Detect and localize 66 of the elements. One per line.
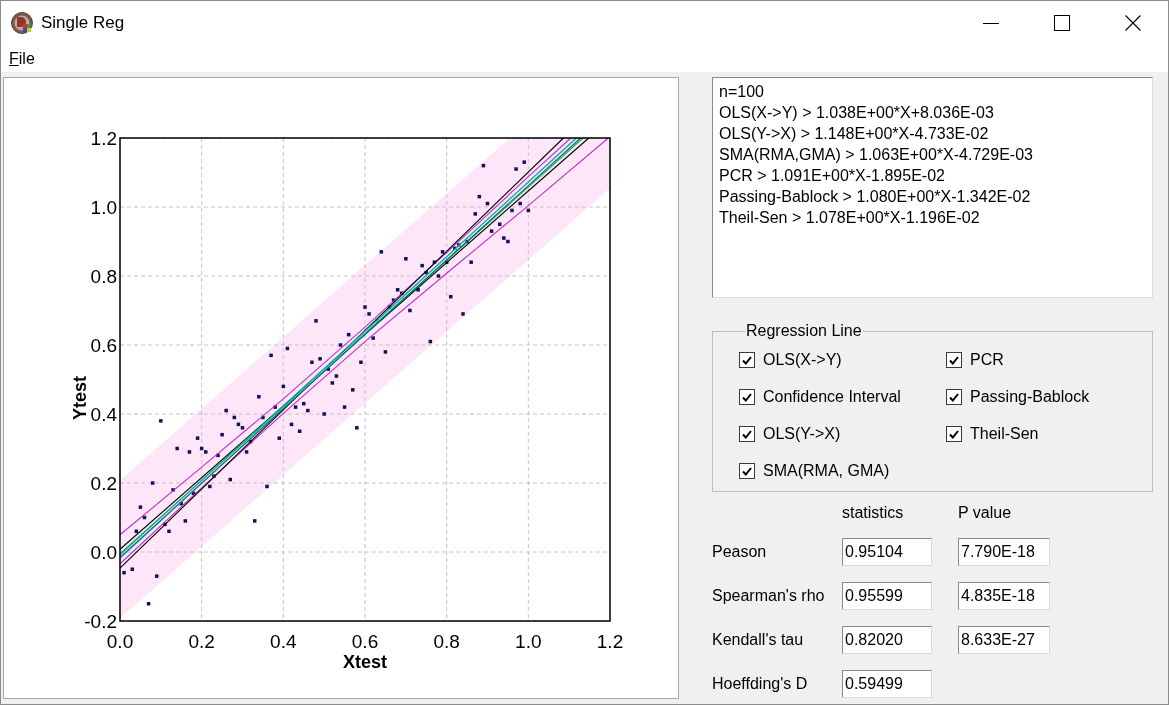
result-line: PCR > 1.091E+00*X-1.895E-02 [719,166,946,186]
result-line: Passing-Bablock > 1.080E+00*X-1.342E-02 [719,187,1032,207]
statistic-field[interactable]: 0.95104 [842,538,932,566]
check-icon [742,355,752,365]
app-icon [11,12,33,34]
result-line: n=100 [719,82,765,102]
result-line: SMA(RMA,GMA) > 1.063E+00*X-4.729E-03 [719,145,1034,165]
maximize-icon [1053,15,1070,31]
tick-label: 0.0 [90,542,117,563]
tick-label: 0.6 [90,335,117,356]
column-header: P value [958,504,1012,522]
row-label: Hoeffding's D [712,675,808,693]
tick-label: 0.0 [106,631,134,652]
checkbox[interactable] [739,352,755,368]
tick-label: 0.8 [90,266,117,287]
statistic-field[interactable]: 0.95599 [842,582,932,610]
check-icon [949,392,959,402]
p-value-field[interactable]: 7.790E-18 [958,538,1050,566]
checkbox[interactable] [739,389,755,405]
minimize-icon [982,22,999,24]
axis-title: Ytest [70,376,90,420]
tick-label: 0.4 [90,404,117,425]
checkbox-label[interactable]: Theil-Sen [970,425,1039,443]
row-label: Peason [712,543,767,561]
checkbox-label[interactable]: OLS(Y->X) [763,425,841,443]
window-title: Single Reg [41,13,125,33]
group-title: Regression Line [745,322,863,340]
tick-label: -0.2 [84,611,117,632]
results-text-area[interactable] [712,77,1153,298]
checkbox[interactable] [946,352,962,368]
checkbox-label[interactable]: PCR [970,351,1004,369]
check-icon [742,429,752,439]
checkbox-label[interactable]: Confidence Interval [763,388,901,406]
checkbox-label[interactable]: Passing-Bablock [970,388,1090,406]
checkbox[interactable] [739,463,755,479]
result-line: OLS(X->Y) > 1.038E+00*X+8.036E-03 [719,103,995,123]
tick-label: 0.2 [188,631,215,652]
row-label: Kendall's tau [712,631,804,649]
checkbox[interactable] [739,426,755,442]
tick-label: 1.2 [596,631,624,652]
row-label: Spearman's rho [712,587,825,605]
checkbox-label[interactable]: OLS(X->Y) [763,351,842,369]
statistic-field[interactable]: 0.82020 [842,626,932,654]
p-value-field[interactable]: 4.835E-18 [958,582,1050,610]
tick-label: 1.0 [515,631,542,652]
tick-label: 0.2 [90,473,117,494]
check-icon [742,392,752,402]
p-value-field[interactable]: 8.633E-27 [958,626,1050,654]
tick-label: 0.8 [433,631,460,652]
result-line: Theil-Sen > 1.078E+00*X-1.196E-02 [719,208,981,228]
check-icon [742,466,752,476]
column-header: statistics [842,504,904,522]
statistic-field[interactable]: 0.59499 [842,670,932,698]
tick-label: 1.0 [90,197,117,218]
axis-title: Xtest [343,652,387,672]
result-line: OLS(Y->X) > 1.148E+00*X-4.733E-02 [719,124,990,144]
checkbox-label[interactable]: SMA(RMA, GMA) [763,462,890,480]
checkbox[interactable] [946,389,962,405]
checkbox[interactable] [946,426,962,442]
tick-label: 0.4 [270,631,297,652]
menu-item[interactable]: File [7,48,37,69]
tick-label: 1.2 [90,128,117,149]
tick-label: 0.6 [351,631,379,652]
check-icon [949,429,959,439]
check-icon [949,355,959,365]
close-icon [1124,15,1141,31]
